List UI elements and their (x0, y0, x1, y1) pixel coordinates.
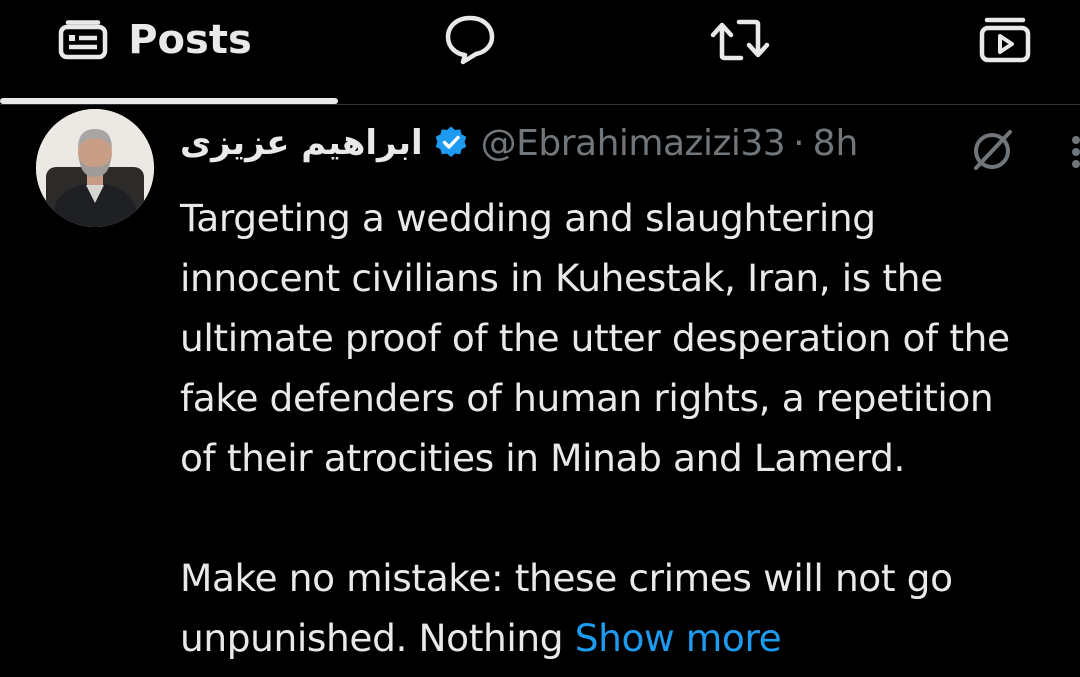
tab-media[interactable] (935, 0, 1075, 80)
tab-posts-content: Posts (58, 17, 252, 63)
post-text-line: unpunished. Nothing (180, 616, 575, 660)
post[interactable]: ابراهیم عزیزی @Ebrahimazizi33 · 8h Targe… (0, 106, 1080, 677)
post-text-line: ultimate proof of the utter desperation … (180, 316, 1010, 360)
post-text: Targeting a wedding and slaughtering inn… (180, 188, 1080, 668)
handle[interactable]: @Ebrahimazizi33 (481, 123, 786, 164)
posts-icon (58, 20, 108, 60)
tab-posts[interactable]: Posts (0, 0, 340, 80)
avatar[interactable] (36, 109, 154, 227)
post-text-line: of their atrocities in Minab and Lamerd. (180, 436, 906, 480)
post-text-line: Targeting a wedding and slaughtering (180, 196, 876, 240)
grok-icon[interactable] (968, 126, 1016, 174)
reposts-icon (709, 18, 771, 62)
profile-tab-bar: Posts (0, 0, 1080, 106)
tab-posts-label: Posts (128, 17, 252, 63)
tab-replies[interactable] (400, 0, 540, 80)
tab-bar-divider (0, 104, 1080, 105)
show-more-link[interactable]: Show more (575, 616, 782, 660)
meta-separator: · (793, 122, 805, 164)
display-name[interactable]: ابراهیم عزیزی (180, 123, 423, 163)
post-time[interactable]: 8h (813, 123, 859, 164)
media-icon (979, 17, 1031, 63)
post-text-line: fake defenders of human rights, a repeti… (180, 376, 994, 420)
replies-icon (443, 14, 497, 66)
post-text-line: innocent civilians in Kuhestak, Iran, is… (180, 256, 943, 300)
verified-badge-icon[interactable] (433, 125, 469, 161)
post-header: ابراهیم عزیزی @Ebrahimazizi33 · 8h (180, 118, 858, 168)
post-text-line: Make no mistake: these crimes will not g… (180, 556, 953, 600)
tab-reposts[interactable] (670, 0, 810, 80)
post-text-last-line: unpunished. Nothing Show more (180, 608, 1080, 668)
more-options-icon[interactable] (1066, 126, 1080, 174)
